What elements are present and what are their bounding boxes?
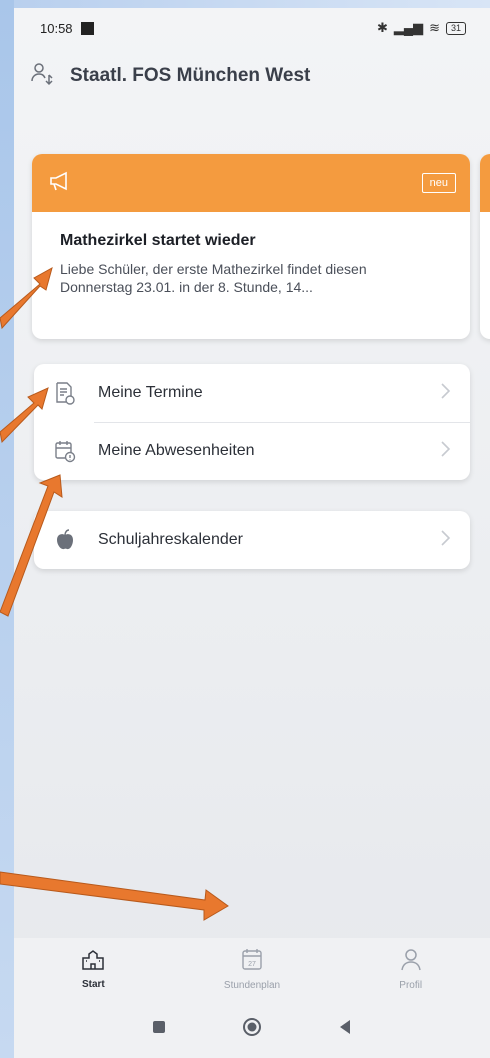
menu-item-termine[interactable]: Meine Termine <box>34 364 470 422</box>
tab-profil[interactable]: Profil <box>331 938 490 1000</box>
next-news-card[interactable] <box>480 154 490 339</box>
frame-top <box>0 0 490 8</box>
back-button[interactable] <box>338 1019 352 1040</box>
status-bar: 10:58 ✱ ▂▄▆ ≋ 31 <box>14 8 490 48</box>
menu-item-schuljahreskalender[interactable]: Schuljahreskalender <box>34 511 470 569</box>
frame-left <box>0 0 14 1058</box>
wifi-icon: ≋ <box>429 20 440 35</box>
menu-item-label: Schuljahreskalender <box>98 531 243 548</box>
person-switch-icon[interactable] <box>30 61 56 92</box>
bottom-tab-bar: Start 27 Stundenplan Profil <box>14 938 490 1000</box>
battery-icon: 31 <box>445 21 466 35</box>
megaphone-icon <box>48 170 74 197</box>
tab-label: Profil <box>399 980 423 991</box>
absence-calendar-icon <box>52 438 78 464</box>
tab-label: Stundenplan <box>223 980 281 991</box>
menu-item-label: Meine Termine <box>98 384 203 401</box>
school-name[interactable]: Staatl. FOS München West <box>70 65 310 87</box>
school-icon <box>81 948 105 975</box>
recents-button[interactable] <box>152 1020 166 1039</box>
tab-label: Start <box>81 979 105 990</box>
home-button[interactable] <box>242 1017 262 1042</box>
appointments-icon <box>52 380 78 406</box>
phone-screen: 10:58 ✱ ▂▄▆ ≋ 31 Staatl. FOS München Wes… <box>14 8 490 1058</box>
status-time: 10:58 <box>40 20 73 36</box>
person-icon <box>399 947 423 976</box>
chevron-right-icon <box>438 381 452 406</box>
bluetooth-icon: ✱ <box>376 20 388 35</box>
svg-text:27: 27 <box>248 961 256 968</box>
notification-icon <box>80 21 94 35</box>
calendar-menu-card: Schuljahreskalender <box>34 511 470 569</box>
news-card[interactable]: neu Mathezirkel startet wieder Liebe Sch… <box>32 154 470 339</box>
system-nav-bar <box>14 1000 490 1058</box>
timetable-icon: 27 <box>241 947 263 976</box>
news-title: Mathezirkel startet wieder <box>60 232 256 249</box>
signal-icon: ▂▄▆ <box>393 20 424 35</box>
chevron-right-icon <box>438 439 452 464</box>
tab-start[interactable]: Start <box>14 938 173 1000</box>
tab-stundenplan[interactable]: 27 Stundenplan <box>173 938 332 1000</box>
menu-item-label: Meine Abwesenheiten <box>98 442 255 459</box>
apple-icon <box>52 527 78 553</box>
news-card-header: neu <box>32 154 470 212</box>
new-badge: neu <box>421 173 456 193</box>
status-icons: ✱ ▂▄▆ ≋ 31 <box>377 20 466 36</box>
menu-item-abwesenheiten[interactable]: Meine Abwesenheiten <box>34 422 470 480</box>
app-header: Staatl. FOS München West <box>14 48 490 104</box>
chevron-right-icon <box>438 528 452 553</box>
personal-menu-card: Meine Termine Meine Abwesenheiten <box>34 364 470 480</box>
news-text: Liebe Schüler, der erste Mathezirkel fin… <box>60 261 367 295</box>
